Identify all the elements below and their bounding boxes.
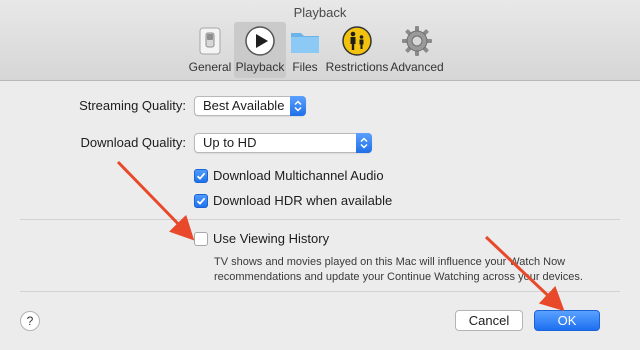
download-quality-value: Up to HD bbox=[203, 135, 257, 150]
ok-button[interactable]: OK bbox=[534, 310, 600, 331]
multichannel-audio-checkbox[interactable] bbox=[194, 168, 208, 183]
viewing-history-desc-line1: TV shows and movies played on this Mac w… bbox=[214, 256, 566, 268]
tab-advanced[interactable]: Advanced bbox=[390, 22, 444, 78]
checkmark-icon bbox=[196, 197, 206, 205]
viewing-history-label: Use Viewing History bbox=[213, 231, 330, 246]
download-quality-label: Download Quality: bbox=[80, 135, 187, 150]
tab-playback-label: Playback bbox=[235, 60, 285, 74]
viewing-history-description: TV shows and movies played on this Mac w… bbox=[214, 255, 624, 285]
cancel-button[interactable]: Cancel bbox=[455, 310, 523, 331]
multichannel-audio-label: Download Multichannel Audio bbox=[213, 168, 384, 183]
toolbar: Playback General Playback Files Restrict… bbox=[0, 0, 640, 81]
tab-general[interactable]: General bbox=[186, 22, 234, 78]
tab-general-label: General bbox=[188, 60, 232, 74]
tab-restrictions[interactable]: Restrictions bbox=[324, 22, 390, 78]
streaming-quality-select[interactable]: Best Available bbox=[194, 96, 306, 116]
switch-icon bbox=[193, 24, 227, 58]
preferences-window: Playback General Playback Files Restrict… bbox=[0, 0, 640, 350]
tab-restrictions-label: Restrictions bbox=[325, 60, 389, 74]
play-icon bbox=[243, 24, 277, 58]
chevron-updown-icon bbox=[290, 96, 306, 116]
checkmark-icon bbox=[196, 172, 206, 180]
footer-divider bbox=[20, 291, 620, 292]
streaming-quality-value: Best Available bbox=[203, 98, 285, 113]
tab-files[interactable]: Files bbox=[286, 22, 324, 78]
arrow-to-viewing-history bbox=[116, 160, 195, 241]
hdr-checkbox[interactable] bbox=[194, 193, 208, 208]
parental-icon bbox=[340, 24, 374, 58]
hdr-row[interactable]: Download HDR when available bbox=[194, 193, 392, 208]
help-button[interactable]: ? bbox=[20, 311, 40, 331]
download-quality-select[interactable]: Up to HD bbox=[194, 133, 372, 153]
hdr-label: Download HDR when available bbox=[213, 193, 393, 208]
viewing-history-checkbox[interactable] bbox=[194, 231, 208, 246]
viewing-history-desc-line2: recommendations and update your Continue… bbox=[214, 271, 583, 283]
streaming-quality-label: Streaming Quality: bbox=[79, 98, 186, 113]
section-divider bbox=[20, 219, 620, 220]
gear-icon bbox=[400, 24, 434, 58]
tab-playback[interactable]: Playback bbox=[234, 22, 286, 78]
multichannel-audio-row[interactable]: Download Multichannel Audio bbox=[194, 168, 384, 183]
chevron-updown-icon bbox=[356, 133, 372, 153]
window-title: Playback bbox=[293, 5, 347, 20]
tab-files-label: Files bbox=[292, 60, 318, 74]
preference-tabs: General Playback Files Restrictions Adva… bbox=[186, 22, 444, 78]
viewing-history-row[interactable]: Use Viewing History bbox=[194, 231, 329, 246]
tab-advanced-label: Advanced bbox=[390, 60, 444, 74]
folder-icon bbox=[288, 24, 322, 58]
